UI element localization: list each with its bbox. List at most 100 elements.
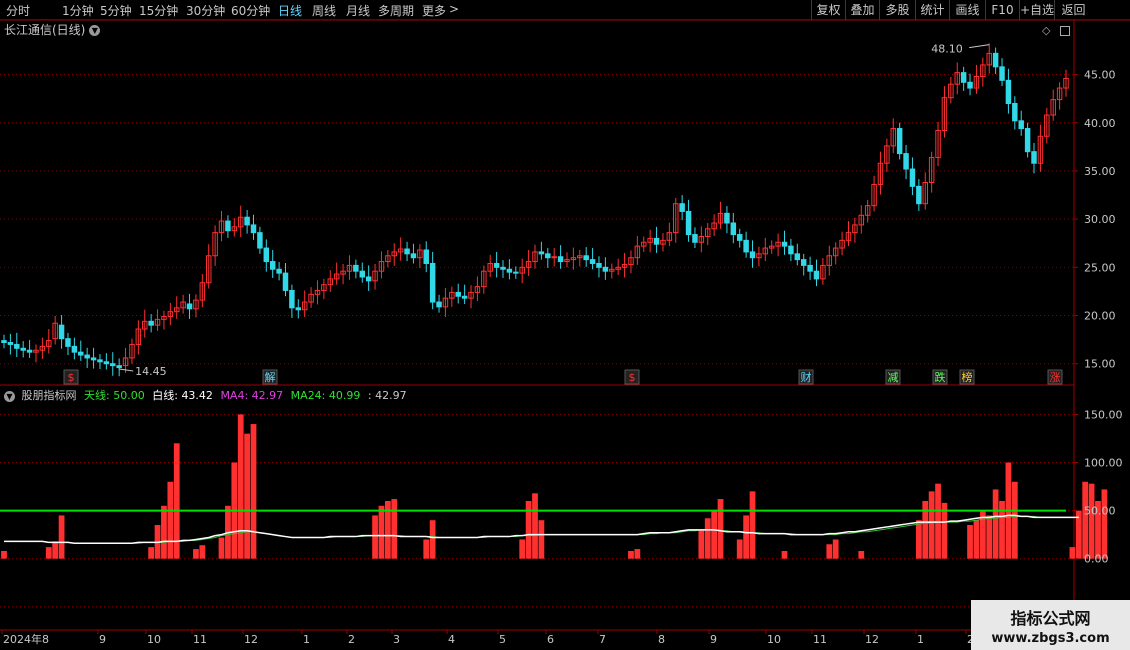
- indicator-title: ▼ 股朋指标网 天线: 50.00 白线: 43.42 MA4: 42.97 M…: [4, 387, 411, 403]
- indicator-tick-label: 50.00: [1084, 505, 1116, 518]
- x-tick-label: 1: [917, 633, 924, 646]
- x-tick-label: 11: [813, 633, 827, 646]
- indicator-name[interactable]: 股朋指标网: [22, 389, 77, 402]
- indicator-bar: [1069, 547, 1076, 559]
- candle-body: [992, 52, 999, 68]
- candle-body: [551, 256, 557, 259]
- candle-body: [353, 264, 359, 272]
- candle-body: [244, 216, 250, 226]
- candle-body: [410, 253, 417, 259]
- candle-body: [602, 266, 609, 272]
- x-tick-label: 7: [599, 633, 606, 646]
- indicator-bar: [935, 483, 941, 559]
- event-marker-label: 解: [265, 370, 276, 384]
- event-marker-label: $: [68, 371, 75, 384]
- candle-body: [781, 241, 788, 247]
- indicator-bar: [519, 539, 526, 559]
- x-tick-label: 9: [710, 633, 717, 646]
- candle-body: [7, 342, 14, 345]
- candle-body: [1024, 128, 1031, 153]
- x-tick-label: 12: [865, 633, 879, 646]
- diamond-icon[interactable]: ◇: [1042, 24, 1050, 37]
- indicator-bar: [45, 547, 52, 559]
- indicator-bar: [218, 537, 225, 559]
- candle-body: [276, 268, 282, 274]
- candle-body: [596, 262, 602, 268]
- x-tick-label: 2024年8: [3, 632, 49, 646]
- candle-body: [653, 237, 660, 245]
- indicator-bar: [704, 518, 711, 559]
- indicator-bar: [193, 549, 199, 559]
- candle-body: [916, 185, 922, 205]
- candle-body: [461, 295, 468, 299]
- indicator-bar: [237, 414, 244, 559]
- candle-body: [97, 359, 103, 363]
- candle-body: [960, 72, 967, 83]
- candle-body: [71, 345, 78, 353]
- indicator-bar: [532, 493, 538, 559]
- candle-body: [788, 245, 794, 255]
- indicator-bar: [826, 544, 833, 559]
- x-tick-label: 5: [499, 633, 506, 646]
- watermark-title: 指标公式网: [1010, 609, 1091, 628]
- indicator-tick-label: 100.00: [1084, 457, 1123, 470]
- price-tick-label: 20.00: [1084, 310, 1116, 323]
- chevron-down-icon[interactable]: ▼: [4, 390, 15, 402]
- candle-body: [84, 354, 90, 359]
- low-price-label: 14.45: [135, 365, 167, 378]
- candle-body: [436, 301, 442, 308]
- indicator-bar: [1101, 489, 1108, 559]
- indicator-bar: [915, 520, 922, 559]
- indicator-bar: [749, 491, 756, 559]
- x-tick-label: 8: [658, 633, 665, 646]
- indicator-bar: [992, 489, 999, 559]
- candle-body: [685, 210, 692, 236]
- indicator-bar: [52, 541, 59, 559]
- candle-body: [724, 212, 730, 224]
- price-tick-label: 25.00: [1084, 261, 1116, 274]
- x-tick-label: 6: [547, 633, 554, 646]
- candle-body: [1005, 79, 1012, 104]
- price-tick-label: 35.00: [1084, 165, 1116, 178]
- candle-body: [500, 266, 506, 270]
- indicator-tick-label: 0.00: [1084, 553, 1109, 566]
- candle-body: [513, 271, 519, 274]
- indicator-bar: [634, 549, 641, 559]
- x-tick-label: 9: [99, 633, 106, 646]
- candle-body: [58, 324, 65, 340]
- indicator-tick-label: 150.00: [1084, 408, 1123, 421]
- candle-body: [26, 349, 33, 353]
- event-marker-label: 涨: [1050, 371, 1061, 384]
- indicator-bar: [628, 550, 634, 559]
- candle-body: [289, 289, 295, 309]
- candle-body: [807, 264, 813, 272]
- main-chart-title[interactable]: 长江通信(日线) ▼: [4, 21, 101, 38]
- candle-body: [749, 251, 756, 259]
- ma24-label: MA24:: [290, 389, 326, 402]
- indicator-bar: [372, 515, 378, 559]
- tianxian-value: 50.00: [113, 389, 145, 402]
- candle-body: [20, 347, 26, 351]
- candle-body: [736, 234, 743, 241]
- indicator-bar: [986, 515, 993, 559]
- indicator-bar: [858, 550, 865, 559]
- candle-body: [250, 224, 257, 234]
- panel-toggle-icon[interactable]: [1060, 25, 1071, 36]
- stock-chart[interactable]: 45.0040.0035.0030.0025.0020.0015.00150.0…: [0, 0, 1130, 650]
- candle-body: [1, 340, 7, 344]
- indicator-bar: [148, 547, 155, 559]
- candle-body: [583, 255, 589, 261]
- x-tick-label: 4: [448, 633, 455, 646]
- indicator-bar: [698, 529, 705, 559]
- candle-body: [999, 66, 1005, 81]
- event-marker-label: 减: [888, 371, 899, 384]
- candle-body: [269, 261, 276, 270]
- candle-body: [589, 259, 596, 264]
- candle-body: [1012, 102, 1018, 122]
- price-tick-label: 15.00: [1084, 358, 1116, 371]
- candle-body: [1031, 151, 1037, 164]
- event-marker-label: $: [629, 371, 636, 384]
- chevron-down-icon[interactable]: ▼: [89, 25, 101, 36]
- event-marker-label: 榜: [962, 370, 973, 384]
- candle-body: [794, 253, 801, 261]
